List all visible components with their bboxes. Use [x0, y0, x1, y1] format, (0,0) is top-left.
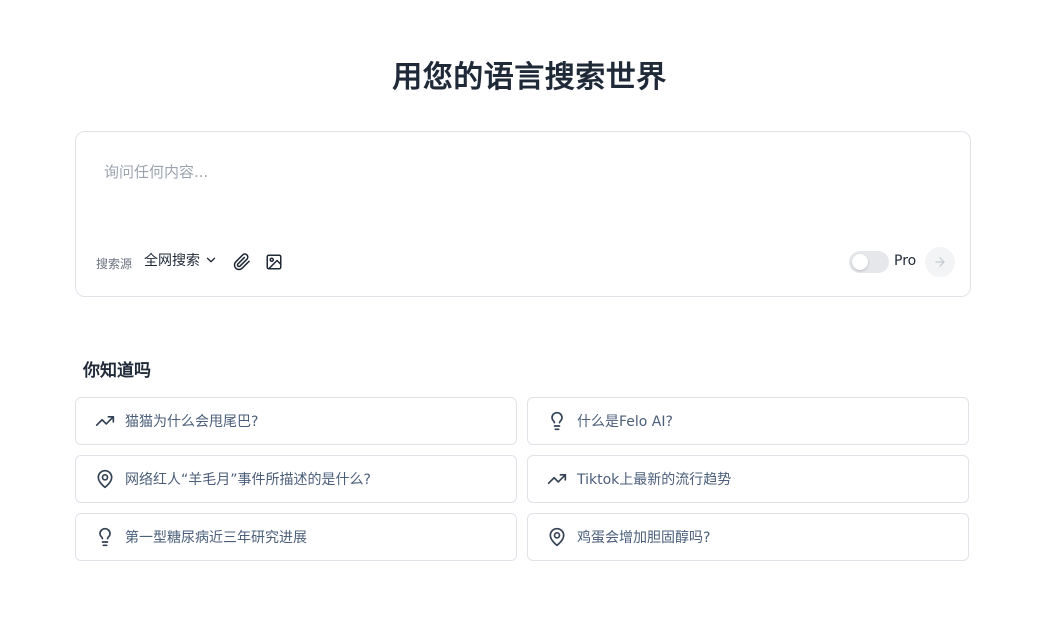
search-box: 搜索源 全网搜索 Pro [75, 131, 971, 297]
search-source-dropdown[interactable]: 全网搜索 [144, 250, 218, 270]
trending-up-icon [546, 468, 568, 490]
search-source-value: 全网搜索 [144, 253, 200, 269]
pro-label: Pro [894, 253, 917, 269]
suggestion-text: 第一型糖尿病近三年研究进展 [125, 530, 307, 546]
toggle-knob [852, 254, 868, 270]
trending-up-icon [94, 410, 116, 432]
pro-toggle[interactable] [849, 251, 889, 273]
search-input[interactable] [102, 162, 926, 182]
page-title: 用您的语言搜索世界 [392, 60, 667, 95]
suggestion-card[interactable]: 第一型糖尿病近三年研究进展 [75, 513, 517, 561]
image-icon [266, 254, 282, 270]
lightbulb-icon [94, 526, 116, 548]
image-upload-button[interactable] [263, 251, 285, 273]
suggestion-text: Tiktok上最新的流行趋势 [577, 472, 732, 488]
lightbulb-icon [546, 410, 568, 432]
suggestion-card[interactable]: Tiktok上最新的流行趋势 [527, 455, 969, 503]
chevron-down-icon [206, 257, 216, 263]
search-source-label: 搜索源 [96, 257, 133, 271]
map-pin-icon [546, 526, 568, 548]
suggestion-card[interactable]: 猫猫为什么会甩尾巴? [75, 397, 517, 445]
suggestion-text: 网络红人“羊毛月”事件所描述的是什么? [125, 472, 371, 488]
suggestions-title: 你知道吗 [83, 361, 151, 381]
suggestion-card[interactable]: 什么是Felo AI? [527, 397, 969, 445]
suggestion-text: 猫猫为什么会甩尾巴? [125, 414, 259, 430]
map-pin-icon [94, 468, 116, 490]
paperclip-icon [233, 253, 250, 271]
arrow-right-icon [935, 257, 945, 267]
suggestion-card[interactable]: 网络红人“羊毛月”事件所描述的是什么? [75, 455, 517, 503]
suggestion-card[interactable]: 鸡蛋会增加胆固醇吗? [527, 513, 969, 561]
send-button[interactable] [925, 247, 955, 277]
attach-button[interactable] [231, 251, 253, 273]
suggestion-text: 什么是Felo AI? [577, 414, 673, 430]
suggestion-text: 鸡蛋会增加胆固醇吗? [577, 530, 711, 546]
